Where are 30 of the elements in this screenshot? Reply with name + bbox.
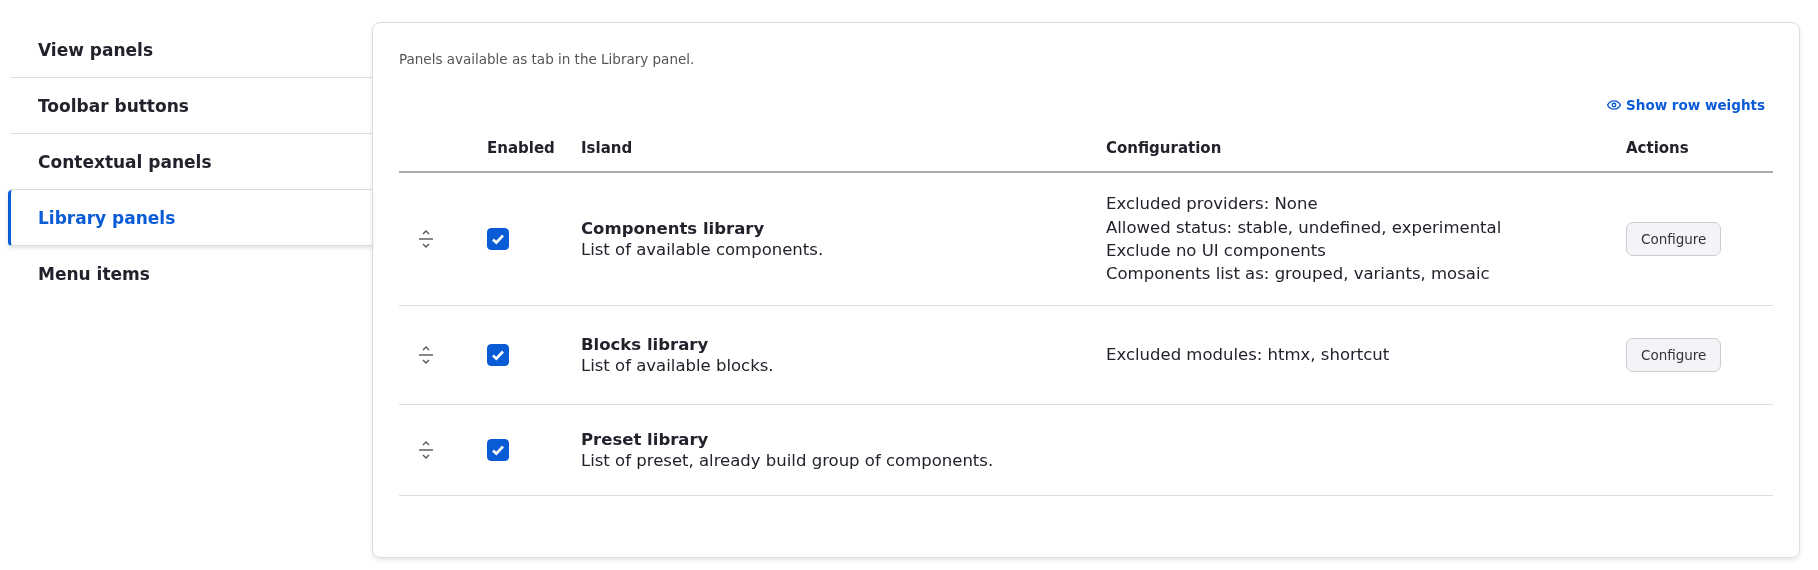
configuration-line: Exclude no UI components [1106, 240, 1327, 262]
configuration-line: Components list as: grouped, variants, mosaic [1106, 263, 1491, 286]
island-title: Preset library [581, 430, 710, 449]
panel-description: Panels available as tab in the Library panel. [399, 51, 696, 67]
column-header: Actions [1626, 125, 1773, 172]
configuration-line: Excluded providers: None [1106, 193, 1319, 216]
island-description: List of preset, already build group of components. [581, 451, 995, 470]
island-description: List of available blocks. [581, 356, 775, 375]
enabled-checkbox[interactable] [487, 439, 509, 461]
configure-button[interactable]: Configure [1626, 222, 1722, 256]
sidebar-tab[interactable]: Menu items [8, 246, 372, 302]
island-title: Blocks library [581, 335, 710, 354]
drag-handle-icon[interactable] [419, 346, 433, 364]
configure-button[interactable]: Configure [1626, 338, 1722, 372]
column-header: Island [581, 125, 1106, 172]
drag-handle-icon[interactable] [419, 441, 433, 459]
island-title: Components library [581, 219, 766, 238]
sidebar-tab[interactable]: Library panels [8, 190, 372, 246]
sidebar-tab[interactable]: View panels [8, 22, 372, 78]
drag-handle-icon[interactable] [419, 230, 433, 248]
enabled-checkbox[interactable] [487, 228, 509, 250]
enabled-checkbox[interactable] [487, 344, 509, 366]
configuration-line: Excluded modules: htmx, shortcut [1106, 344, 1391, 367]
configuration-line: Allowed status: stable, undefined, experimental [1106, 216, 1503, 239]
eye-icon [1607, 98, 1622, 112]
show-row-weights-link[interactable]: Show row weights [1607, 97, 1765, 113]
sidebar-tab[interactable]: Toolbar buttons [8, 78, 372, 134]
column-header: Configuration [1106, 125, 1626, 172]
column-header: Enabled [487, 125, 581, 172]
island-description: List of available components. [581, 240, 825, 259]
